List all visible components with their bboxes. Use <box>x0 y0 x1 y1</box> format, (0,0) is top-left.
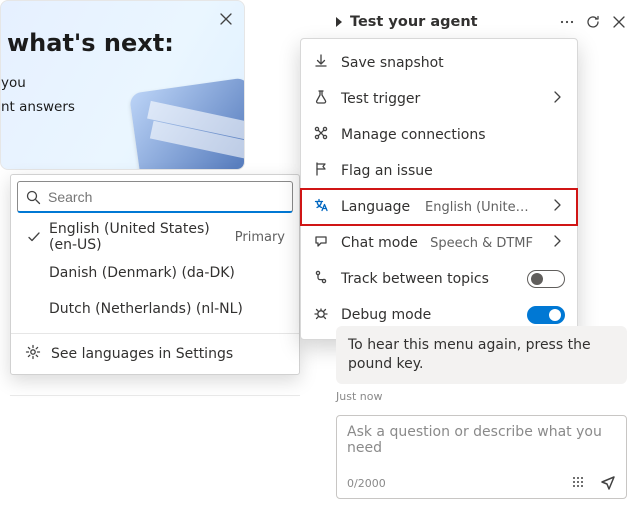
check-icon <box>25 229 43 245</box>
whats-next-heading: what's next: <box>7 29 244 57</box>
search-icon <box>25 189 41 209</box>
see-languages-settings[interactable]: See languages in Settings <box>11 334 299 374</box>
language-option[interactable]: Danish (Denmark) (da-DK) <box>11 255 299 291</box>
whats-next-card: what's next: you nt answers <box>0 0 245 170</box>
flask-icon <box>313 89 329 109</box>
close-icon[interactable] <box>218 11 234 31</box>
chevron-right-icon <box>549 233 565 253</box>
track-icon <box>313 269 329 289</box>
language-option-tag: Primary <box>229 230 285 245</box>
menu-save-snapshot[interactable]: Save snapshot <box>301 45 577 81</box>
chat-mode-value: Speech & DTMF <box>430 236 533 251</box>
language-option-label: English (United States) (en-US) <box>43 221 229 253</box>
chevron-right-icon <box>549 89 565 109</box>
flag-icon <box>313 161 329 181</box>
see-languages-label: See languages in Settings <box>51 346 233 362</box>
download-icon <box>313 53 329 73</box>
test-agent-menu: Save snapshot Test trigger Manage connec… <box>300 38 578 340</box>
chat-timestamp: Just now <box>336 390 627 403</box>
language-option-label: Danish (Denmark) (da-DK) <box>43 265 285 281</box>
gear-icon <box>25 344 41 364</box>
menu-flag-issue[interactable]: Flag an issue <box>301 153 577 189</box>
language-icon <box>313 197 329 217</box>
close-panel-icon[interactable] <box>611 14 627 30</box>
language-option-label: Dutch (Netherlands) (nl-NL) <box>43 301 285 317</box>
chat-composer[interactable]: Ask a question or describe what you need… <box>336 415 627 499</box>
send-icon[interactable] <box>600 474 616 494</box>
debug-mode-toggle[interactable] <box>527 306 565 324</box>
language-search-input[interactable] <box>17 181 293 213</box>
more-icon[interactable] <box>559 14 575 30</box>
refresh-icon[interactable] <box>585 14 601 30</box>
menu-manage-connections[interactable]: Manage connections <box>301 117 577 153</box>
connections-icon <box>313 125 329 145</box>
menu-language[interactable]: Language English (United … <box>301 189 577 225</box>
divider <box>10 395 300 396</box>
collapse-triangle-icon[interactable] <box>336 17 342 27</box>
panel-title: Test your agent <box>350 14 551 30</box>
language-option[interactable]: English (United States) (en-US) Primary <box>11 219 299 255</box>
bug-icon <box>313 305 329 325</box>
menu-test-trigger[interactable]: Test trigger <box>301 81 577 117</box>
language-list: English (United States) (en-US) Primary … <box>11 215 299 333</box>
menu-chat-mode[interactable]: Chat mode Speech & DTMF <box>301 225 577 261</box>
chat-message: To hear this menu again, press the pound… <box>336 326 627 384</box>
composer-placeholder[interactable]: Ask a question or describe what you need <box>347 424 616 464</box>
menu-track-topics[interactable]: Track between topics <box>301 261 577 297</box>
chevron-right-icon <box>549 197 565 217</box>
language-option[interactable]: Dutch (Netherlands) (nl-NL) <box>11 291 299 327</box>
language-current-value: English (United … <box>425 200 533 215</box>
chat-icon <box>313 233 329 253</box>
language-popup: English (United States) (en-US) Primary … <box>10 174 300 375</box>
char-counter: 0/2000 <box>347 477 386 490</box>
card-illustration <box>129 77 245 170</box>
track-topics-toggle[interactable] <box>527 270 565 288</box>
keypad-icon[interactable] <box>570 474 586 494</box>
